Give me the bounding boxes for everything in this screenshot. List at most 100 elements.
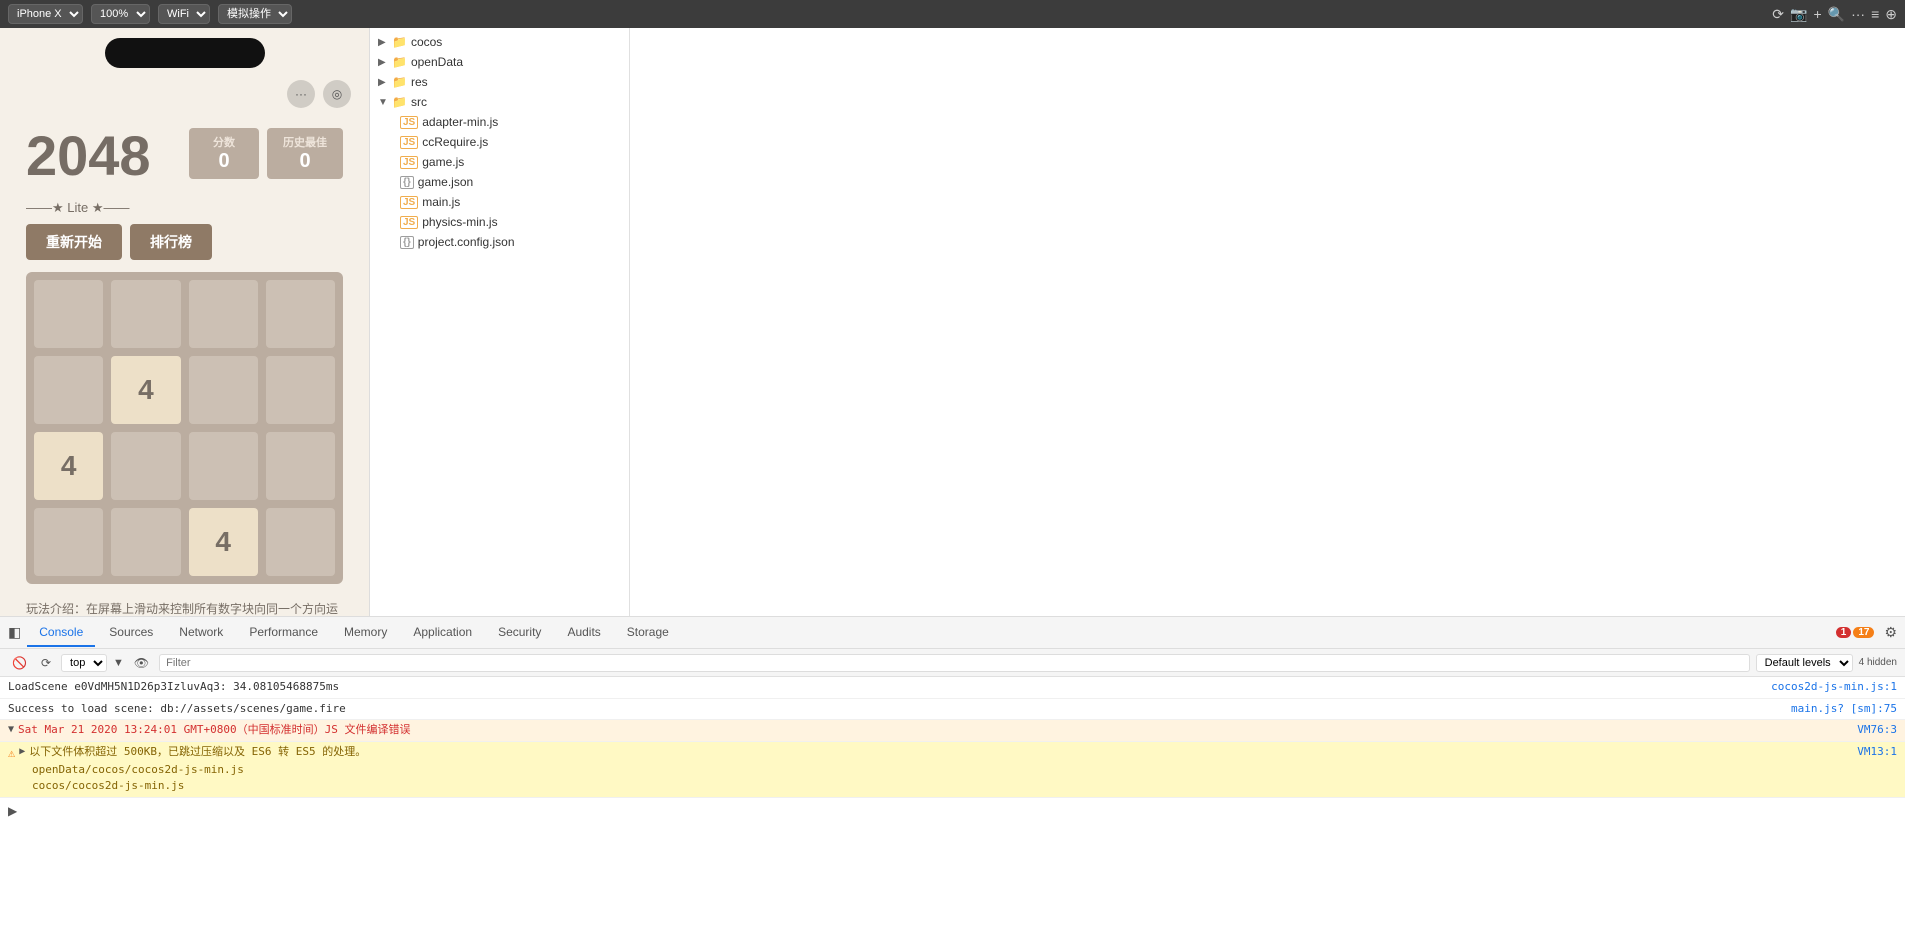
- log-expand-arrow[interactable]: ▶: [0, 798, 1905, 824]
- tab-security[interactable]: Security: [486, 619, 553, 647]
- expand-arrow-3[interactable]: ▼: [8, 722, 14, 737]
- mode-select[interactable]: 模拟操作: [218, 4, 292, 24]
- device-select[interactable]: iPhone X: [8, 4, 83, 24]
- menu-icon[interactable]: ···: [1851, 6, 1865, 22]
- warning-count: 17: [1853, 627, 1874, 638]
- folder-icon-res: 📁: [392, 75, 407, 89]
- more-icon[interactable]: +: [1813, 6, 1821, 22]
- phone-more-btn[interactable]: ···: [287, 80, 315, 108]
- tree-item-src[interactable]: ▼ 📁 src: [370, 92, 629, 112]
- tree-label-res: res: [411, 75, 621, 89]
- error-badge: 1 17: [1836, 627, 1875, 638]
- log-link-3[interactable]: VM76:3: [1857, 722, 1897, 739]
- error-count: 1: [1836, 627, 1852, 638]
- cell-1-1: 4: [111, 356, 180, 424]
- filter-input[interactable]: [159, 654, 1749, 672]
- network-select[interactable]: WiFi: [158, 4, 210, 24]
- context-arrow[interactable]: ▼: [113, 657, 124, 669]
- json-icon-gamejson: {}: [400, 176, 414, 189]
- cell-2-3: [266, 432, 335, 500]
- devtools-panel: ◧ Console Sources Network Performance Me…: [0, 616, 1905, 936]
- content-body: ··· ◎ 2048 分数 0 历史最佳 0 ——★ Lite ★——: [0, 28, 1905, 936]
- rank-button[interactable]: 排行榜: [130, 224, 212, 260]
- score-value: 0: [205, 150, 243, 173]
- tree-item-main-js[interactable]: JS main.js: [370, 192, 629, 212]
- tree-item-project-config-json[interactable]: {} project.config.json: [370, 232, 629, 252]
- js-icon-gamejs: JS: [400, 156, 418, 169]
- toolbar-icons: ⟳ 📷 + 🔍 ··· ≡ ⊕: [1772, 6, 1897, 23]
- tab-console[interactable]: Console: [27, 619, 95, 647]
- game-subtitle: ——★ Lite ★——: [10, 196, 359, 220]
- devtools-icon: ◧: [8, 624, 21, 641]
- restart-button[interactable]: 重新开始: [26, 224, 122, 260]
- tab-network[interactable]: Network: [167, 619, 235, 647]
- tree-label-adapter: adapter-min.js: [422, 115, 621, 129]
- tab-storage[interactable]: Storage: [615, 619, 681, 647]
- tree-item-game-json[interactable]: {} game.json: [370, 172, 629, 192]
- log-file-2: cocos/cocos2d-js-min.js: [32, 778, 1897, 795]
- tab-memory[interactable]: Memory: [332, 619, 399, 647]
- warning-icon-4: ⚠: [8, 744, 15, 762]
- log-files-4: openData/cocos/cocos2d-js-min.js cocos/c…: [8, 762, 1897, 795]
- cell-3-0: [34, 508, 103, 576]
- toggle-console-btn[interactable]: ⟳: [37, 654, 55, 672]
- log-link-2[interactable]: main.js? [sm]:75: [1791, 701, 1897, 718]
- phone-top-icons: ··· ◎: [10, 76, 359, 112]
- phone-camera-btn[interactable]: ◎: [323, 80, 351, 108]
- best-label: 历史最佳: [283, 134, 327, 150]
- game-description: 玩法介绍：在屏幕上滑动来控制所有数字块向同一个方向运动，两个相同数字块撞在一起之…: [10, 592, 359, 616]
- add-icon[interactable]: ⊕: [1885, 6, 1897, 23]
- tree-item-res[interactable]: ▶ 📁 res: [370, 72, 629, 92]
- tree-item-adapter-min-js[interactable]: JS adapter-min.js: [370, 112, 629, 132]
- tree-item-cocos[interactable]: ▶ 📁 cocos: [370, 32, 629, 52]
- score-box: 分数 0: [189, 128, 259, 179]
- tab-audits[interactable]: Audits: [555, 619, 612, 647]
- cell-3-3: [266, 508, 335, 576]
- search-icon[interactable]: 🔍: [1828, 6, 1845, 23]
- cell-1-3: [266, 356, 335, 424]
- cell-2-1: [111, 432, 180, 500]
- cell-2-2: [189, 432, 258, 500]
- js-icon-adapter: JS: [400, 116, 418, 129]
- cell-1-2: [189, 356, 258, 424]
- tree-item-physics-min-js[interactable]: JS physics-min.js: [370, 212, 629, 232]
- tree-label-src: src: [411, 95, 621, 109]
- score-boxes: 分数 0 历史最佳 0: [189, 128, 343, 179]
- js-icon-mainjs: JS: [400, 196, 418, 209]
- log-text-4: 以下文件体积超过 500KB，已跳过压缩以及 ES6 转 ES5 的处理。: [29, 744, 366, 761]
- expand-arrow-4[interactable]: ▶: [19, 744, 25, 759]
- cell-3-2: 4: [189, 508, 258, 576]
- devtools-settings-icon[interactable]: ⚙: [1884, 624, 1897, 641]
- context-select[interactable]: top: [61, 654, 107, 672]
- folder-icon-opendata: 📁: [392, 55, 407, 69]
- tab-application[interactable]: Application: [401, 619, 484, 647]
- log-text-3: Sat Mar 21 2020 13:24:01 GMT+0800（中国标准时间…: [18, 722, 410, 739]
- phone-notch: [105, 38, 265, 68]
- cell-1-0: [34, 356, 103, 424]
- log-link-1[interactable]: cocos2d-js-min.js:1: [1771, 679, 1897, 696]
- log-level-select[interactable]: Default levels: [1756, 654, 1853, 672]
- cell-3-1: [111, 508, 180, 576]
- game-title: 2048: [26, 128, 151, 184]
- tree-item-game-js[interactable]: JS game.js: [370, 152, 629, 172]
- game-header: 2048 分数 0 历史最佳 0: [10, 120, 359, 196]
- zoom-select[interactable]: 100%: [91, 4, 150, 24]
- cell-0-3: [266, 280, 335, 348]
- tree-item-opendata[interactable]: ▶ 📁 openData: [370, 52, 629, 72]
- rotate-icon[interactable]: ⟳: [1772, 6, 1784, 23]
- filter-icon-btn[interactable]: 👁: [130, 654, 153, 672]
- best-value: 0: [283, 150, 327, 173]
- clear-console-btn[interactable]: 🚫: [8, 654, 31, 672]
- tree-arrow-cocos: ▶: [378, 37, 388, 48]
- tree-arrow-opendata: ▶: [378, 57, 388, 68]
- settings-icon[interactable]: ≡: [1871, 6, 1879, 22]
- tab-performance[interactable]: Performance: [237, 619, 330, 647]
- tree-label-cocos: cocos: [411, 35, 621, 49]
- log-item-1: LoadScene e0VdMH5N1D26p3IzluvAq3: 34.081…: [0, 677, 1905, 699]
- game-grid: 4 4 4: [26, 272, 343, 584]
- tab-sources[interactable]: Sources: [97, 619, 165, 647]
- log-link-4[interactable]: VM13:1: [1857, 744, 1897, 761]
- log-item-4: ⚠ ▶ 以下文件体积超过 500KB，已跳过压缩以及 ES6 转 ES5 的处理…: [0, 742, 1905, 798]
- tree-item-ccrequire-js[interactable]: JS ccRequire.js: [370, 132, 629, 152]
- screenshot-icon[interactable]: 📷: [1790, 6, 1807, 23]
